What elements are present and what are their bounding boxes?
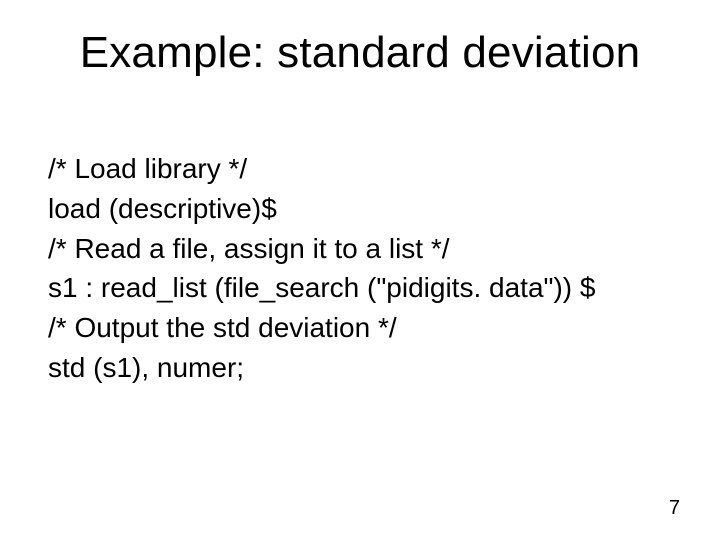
slide: Example: standard deviation /* Load libr…: [0, 0, 720, 540]
code-line: /* Load library */: [48, 150, 672, 188]
slide-title: Example: standard deviation: [0, 28, 720, 78]
slide-body: /* Load library */ load (descriptive)$ /…: [48, 150, 672, 389]
code-line: s1 : read_list (file_search ("pidigits. …: [48, 269, 672, 307]
code-line: /* Read a file, assign it to a list */: [48, 230, 672, 268]
page-number: 7: [669, 497, 680, 520]
code-line: load (descriptive)$: [48, 190, 672, 228]
code-line: /* Output the std deviation */: [48, 309, 672, 347]
code-line: std (s1), numer;: [48, 349, 672, 387]
